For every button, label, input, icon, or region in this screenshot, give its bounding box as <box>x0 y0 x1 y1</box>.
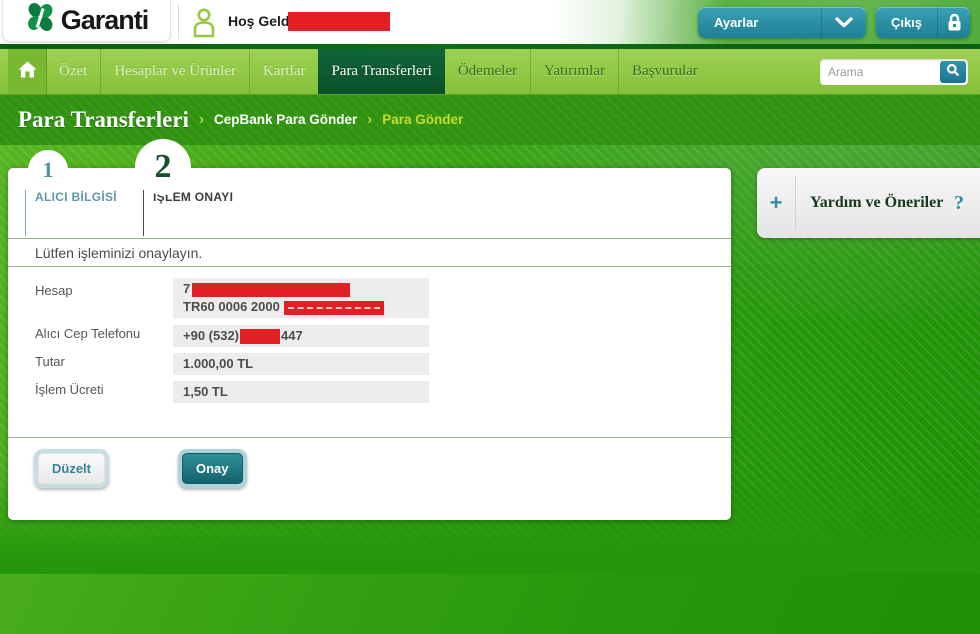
tab-hesaplar-ve-urunler[interactable]: Hesaplar ve Ürünler <box>100 49 249 94</box>
edit-button-label: Düzelt <box>38 453 105 484</box>
lock-icon <box>937 7 970 38</box>
tab-basvurular[interactable]: Başvurular <box>618 49 711 94</box>
breadcrumb: Para Transferleri › CepBank Para Gönder … <box>0 94 980 145</box>
transfer-confirmation-card: ALICI BİLGİSİ İŞLEM ONAYI Lütfen işlemin… <box>8 168 731 520</box>
breadcrumb-cepbank-para-gonder[interactable]: CepBank Para Gönder <box>214 112 357 127</box>
breadcrumb-separator: › <box>199 111 204 128</box>
garanti-logo[interactable]: Garanti <box>2 0 171 42</box>
redaction-bar <box>284 301 384 315</box>
confirmation-message: Lütfen işleminizi onaylayın. <box>35 245 202 261</box>
field-label-islem-ucreti: İşlem Ücreti <box>35 382 104 397</box>
tab-para-transferleri[interactable]: Para Transferleri <box>318 49 444 94</box>
divider <box>8 238 731 239</box>
expand-plus-icon[interactable]: + <box>757 190 795 216</box>
home-icon <box>17 60 38 84</box>
logout-label: Çıkış <box>876 15 937 30</box>
edit-button[interactable]: Düzelt <box>34 449 109 488</box>
field-label-hesap: Hesap <box>35 283 73 298</box>
redaction-bar <box>288 12 390 31</box>
step-1-label: ALICI BİLGİSİ <box>25 190 117 236</box>
settings-button[interactable]: Ayarlar <box>698 7 866 38</box>
redaction-bar <box>240 329 280 344</box>
page-title: Para Transferleri <box>18 107 189 133</box>
header: Garanti Hoş Geldiniz Ayarlar Çıkış <box>0 0 980 44</box>
breadcrumb-para-gonder: Para Gönder <box>382 112 463 127</box>
breadcrumb-separator: › <box>367 111 372 128</box>
user-icon <box>190 7 218 43</box>
redaction-bar <box>192 283 350 297</box>
field-value-hesap: 7 TR60 0006 2000 <box>173 278 429 318</box>
help-panel-title: Yardım ve Öneriler <box>796 194 954 212</box>
step-1-number: 1 <box>28 150 68 190</box>
search-box <box>820 59 968 85</box>
home-button[interactable] <box>8 49 47 94</box>
field-value-tutar: 1.000,00 TL <box>173 353 429 375</box>
tab-ozet[interactable]: Özet <box>46 49 100 94</box>
chevron-down-icon <box>821 7 866 38</box>
account-line-2: TR60 0006 2000 <box>183 298 419 316</box>
field-value-islem-ucreti: 1,50 TL <box>173 381 429 403</box>
tab-odemeler[interactable]: Ödemeler <box>445 49 530 94</box>
clover-icon <box>25 2 55 39</box>
field-label-tutar: Tutar <box>35 354 65 369</box>
header-divider <box>178 4 179 39</box>
divider <box>8 266 731 267</box>
page: Garanti Hoş Geldiniz Ayarlar Çıkış <box>0 0 980 634</box>
confirm-button-label: Onay <box>182 453 243 484</box>
divider <box>8 437 731 438</box>
logout-button[interactable]: Çıkış <box>876 7 970 38</box>
nav-tabs: Özet Hesaplar ve Ürünler Kartlar Para Tr… <box>46 49 711 94</box>
tab-kartlar[interactable]: Kartlar <box>249 49 318 94</box>
tab-yatirimlar[interactable]: Yatırımlar <box>530 49 618 94</box>
logo-wordmark: Garanti <box>61 5 149 36</box>
help-panel: + Yardım ve Öneriler ? <box>757 168 980 238</box>
search-input[interactable] <box>820 65 940 79</box>
step-2-number: 2 <box>135 139 191 195</box>
field-value-alici-cep-telefonu: +90 (532)447 <box>173 325 429 347</box>
search-icon <box>946 63 960 82</box>
field-label-alici-cep-telefonu: Alıcı Cep Telefonu <box>35 326 140 341</box>
step-2-label: İŞLEM ONAYI <box>143 190 233 236</box>
settings-label: Ayarlar <box>698 15 821 30</box>
question-mark-icon[interactable]: ? <box>954 192 980 215</box>
confirm-button[interactable]: Onay <box>178 449 247 488</box>
main-navigation: Özet Hesaplar ve Ürünler Kartlar Para Tr… <box>0 49 980 95</box>
search-button[interactable] <box>940 61 966 83</box>
account-line-1: 7 <box>183 280 419 298</box>
